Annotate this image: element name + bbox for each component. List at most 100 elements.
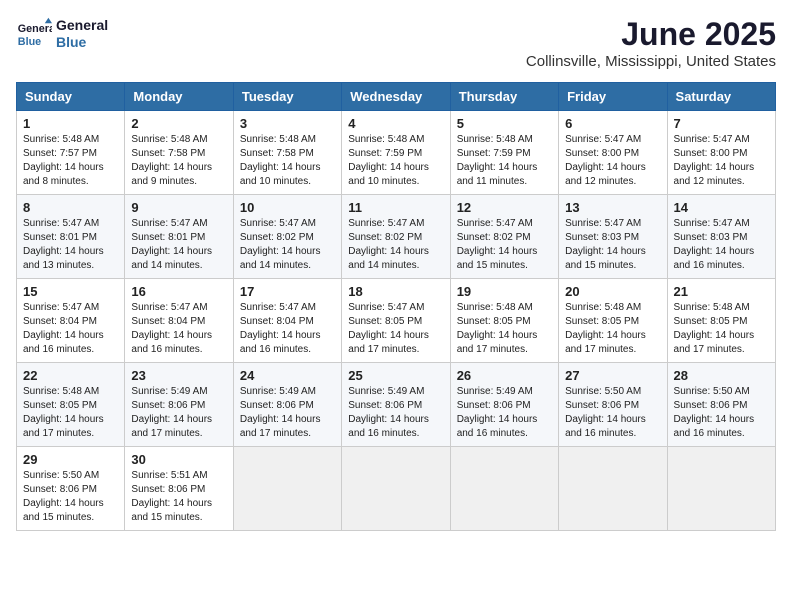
table-row: 16 Sunrise: 5:47 AMSunset: 8:04 PMDaylig… xyxy=(125,279,233,363)
day-info: Sunrise: 5:47 AMSunset: 8:00 PMDaylight:… xyxy=(674,134,755,187)
day-info: Sunrise: 5:50 AMSunset: 8:06 PMDaylight:… xyxy=(565,386,646,439)
table-row: 29 Sunrise: 5:50 AMSunset: 8:06 PMDaylig… xyxy=(17,447,125,531)
day-info: Sunrise: 5:48 AMSunset: 8:05 PMDaylight:… xyxy=(23,386,104,439)
day-number: 14 xyxy=(674,200,769,215)
day-info: Sunrise: 5:49 AMSunset: 8:06 PMDaylight:… xyxy=(240,386,321,439)
day-number: 12 xyxy=(457,200,552,215)
day-number: 28 xyxy=(674,368,769,383)
day-info: Sunrise: 5:49 AMSunset: 8:06 PMDaylight:… xyxy=(457,386,538,439)
table-row: 30 Sunrise: 5:51 AMSunset: 8:06 PMDaylig… xyxy=(125,447,233,531)
day-info: Sunrise: 5:48 AMSunset: 8:05 PMDaylight:… xyxy=(674,302,755,355)
calendar-header-row: Sunday Monday Tuesday Wednesday Thursday… xyxy=(17,83,776,111)
logo-text-line1: General xyxy=(56,17,108,34)
day-number: 29 xyxy=(23,452,118,467)
day-info: Sunrise: 5:48 AMSunset: 7:58 PMDaylight:… xyxy=(240,134,321,187)
table-row: 19 Sunrise: 5:48 AMSunset: 8:05 PMDaylig… xyxy=(450,279,558,363)
table-row: 3 Sunrise: 5:48 AMSunset: 7:58 PMDayligh… xyxy=(233,111,341,195)
table-row: 21 Sunrise: 5:48 AMSunset: 8:05 PMDaylig… xyxy=(667,279,775,363)
table-row: 14 Sunrise: 5:47 AMSunset: 8:03 PMDaylig… xyxy=(667,195,775,279)
table-row xyxy=(450,447,558,531)
day-info: Sunrise: 5:50 AMSunset: 8:06 PMDaylight:… xyxy=(23,470,104,523)
table-row: 7 Sunrise: 5:47 AMSunset: 8:00 PMDayligh… xyxy=(667,111,775,195)
col-saturday: Saturday xyxy=(667,83,775,111)
day-number: 27 xyxy=(565,368,660,383)
day-info: Sunrise: 5:47 AMSunset: 8:03 PMDaylight:… xyxy=(674,218,755,271)
table-row: 2 Sunrise: 5:48 AMSunset: 7:58 PMDayligh… xyxy=(125,111,233,195)
day-number: 22 xyxy=(23,368,118,383)
svg-text:Blue: Blue xyxy=(18,36,41,48)
day-info: Sunrise: 5:47 AMSunset: 8:01 PMDaylight:… xyxy=(131,218,212,271)
day-info: Sunrise: 5:47 AMSunset: 8:04 PMDaylight:… xyxy=(240,302,321,355)
page-header: General Blue General Blue June 2025 Coll… xyxy=(16,16,776,70)
day-info: Sunrise: 5:48 AMSunset: 7:58 PMDaylight:… xyxy=(131,134,212,187)
table-row: 6 Sunrise: 5:47 AMSunset: 8:00 PMDayligh… xyxy=(559,111,667,195)
logo: General Blue General Blue xyxy=(16,16,108,52)
table-row: 5 Sunrise: 5:48 AMSunset: 7:59 PMDayligh… xyxy=(450,111,558,195)
logo-text-line2: Blue xyxy=(56,34,108,51)
day-number: 24 xyxy=(240,368,335,383)
col-sunday: Sunday xyxy=(17,83,125,111)
day-number: 18 xyxy=(348,284,443,299)
table-row: 28 Sunrise: 5:50 AMSunset: 8:06 PMDaylig… xyxy=(667,363,775,447)
day-info: Sunrise: 5:47 AMSunset: 8:04 PMDaylight:… xyxy=(131,302,212,355)
day-info: Sunrise: 5:48 AMSunset: 8:05 PMDaylight:… xyxy=(457,302,538,355)
day-info: Sunrise: 5:48 AMSunset: 7:59 PMDaylight:… xyxy=(457,134,538,187)
day-number: 6 xyxy=(565,116,660,131)
day-info: Sunrise: 5:50 AMSunset: 8:06 PMDaylight:… xyxy=(674,386,755,439)
table-row: 9 Sunrise: 5:47 AMSunset: 8:01 PMDayligh… xyxy=(125,195,233,279)
day-number: 26 xyxy=(457,368,552,383)
day-number: 10 xyxy=(240,200,335,215)
day-number: 30 xyxy=(131,452,226,467)
day-number: 3 xyxy=(240,116,335,131)
day-number: 19 xyxy=(457,284,552,299)
table-row: 24 Sunrise: 5:49 AMSunset: 8:06 PMDaylig… xyxy=(233,363,341,447)
day-info: Sunrise: 5:47 AMSunset: 8:00 PMDaylight:… xyxy=(565,134,646,187)
day-number: 8 xyxy=(23,200,118,215)
day-info: Sunrise: 5:47 AMSunset: 8:02 PMDaylight:… xyxy=(240,218,321,271)
svg-text:General: General xyxy=(18,23,52,35)
day-number: 4 xyxy=(348,116,443,131)
day-number: 5 xyxy=(457,116,552,131)
table-row: 25 Sunrise: 5:49 AMSunset: 8:06 PMDaylig… xyxy=(342,363,450,447)
location-title: Collinsville, Mississippi, United States xyxy=(526,53,776,70)
day-info: Sunrise: 5:49 AMSunset: 8:06 PMDaylight:… xyxy=(348,386,429,439)
col-thursday: Thursday xyxy=(450,83,558,111)
title-block: June 2025 Collinsville, Mississippi, Uni… xyxy=(526,16,776,70)
day-info: Sunrise: 5:51 AMSunset: 8:06 PMDaylight:… xyxy=(131,470,212,523)
day-info: Sunrise: 5:47 AMSunset: 8:02 PMDaylight:… xyxy=(348,218,429,271)
day-info: Sunrise: 5:47 AMSunset: 8:05 PMDaylight:… xyxy=(348,302,429,355)
day-number: 13 xyxy=(565,200,660,215)
day-info: Sunrise: 5:48 AMSunset: 8:05 PMDaylight:… xyxy=(565,302,646,355)
day-number: 17 xyxy=(240,284,335,299)
day-number: 16 xyxy=(131,284,226,299)
calendar-table: Sunday Monday Tuesday Wednesday Thursday… xyxy=(16,82,776,531)
day-number: 20 xyxy=(565,284,660,299)
day-number: 11 xyxy=(348,200,443,215)
table-row xyxy=(559,447,667,531)
day-number: 1 xyxy=(23,116,118,131)
table-row: 10 Sunrise: 5:47 AMSunset: 8:02 PMDaylig… xyxy=(233,195,341,279)
table-row: 8 Sunrise: 5:47 AMSunset: 8:01 PMDayligh… xyxy=(17,195,125,279)
table-row: 17 Sunrise: 5:47 AMSunset: 8:04 PMDaylig… xyxy=(233,279,341,363)
table-row: 12 Sunrise: 5:47 AMSunset: 8:02 PMDaylig… xyxy=(450,195,558,279)
day-number: 21 xyxy=(674,284,769,299)
table-row: 23 Sunrise: 5:49 AMSunset: 8:06 PMDaylig… xyxy=(125,363,233,447)
day-number: 25 xyxy=(348,368,443,383)
day-info: Sunrise: 5:48 AMSunset: 7:59 PMDaylight:… xyxy=(348,134,429,187)
table-row: 11 Sunrise: 5:47 AMSunset: 8:02 PMDaylig… xyxy=(342,195,450,279)
day-info: Sunrise: 5:47 AMSunset: 8:04 PMDaylight:… xyxy=(23,302,104,355)
day-info: Sunrise: 5:49 AMSunset: 8:06 PMDaylight:… xyxy=(131,386,212,439)
table-row: 26 Sunrise: 5:49 AMSunset: 8:06 PMDaylig… xyxy=(450,363,558,447)
col-tuesday: Tuesday xyxy=(233,83,341,111)
month-title: June 2025 xyxy=(526,16,776,53)
table-row: 4 Sunrise: 5:48 AMSunset: 7:59 PMDayligh… xyxy=(342,111,450,195)
day-number: 15 xyxy=(23,284,118,299)
day-number: 23 xyxy=(131,368,226,383)
table-row: 18 Sunrise: 5:47 AMSunset: 8:05 PMDaylig… xyxy=(342,279,450,363)
table-row: 22 Sunrise: 5:48 AMSunset: 8:05 PMDaylig… xyxy=(17,363,125,447)
day-number: 2 xyxy=(131,116,226,131)
day-number: 9 xyxy=(131,200,226,215)
table-row: 27 Sunrise: 5:50 AMSunset: 8:06 PMDaylig… xyxy=(559,363,667,447)
table-row xyxy=(342,447,450,531)
logo-icon: General Blue xyxy=(16,16,52,52)
